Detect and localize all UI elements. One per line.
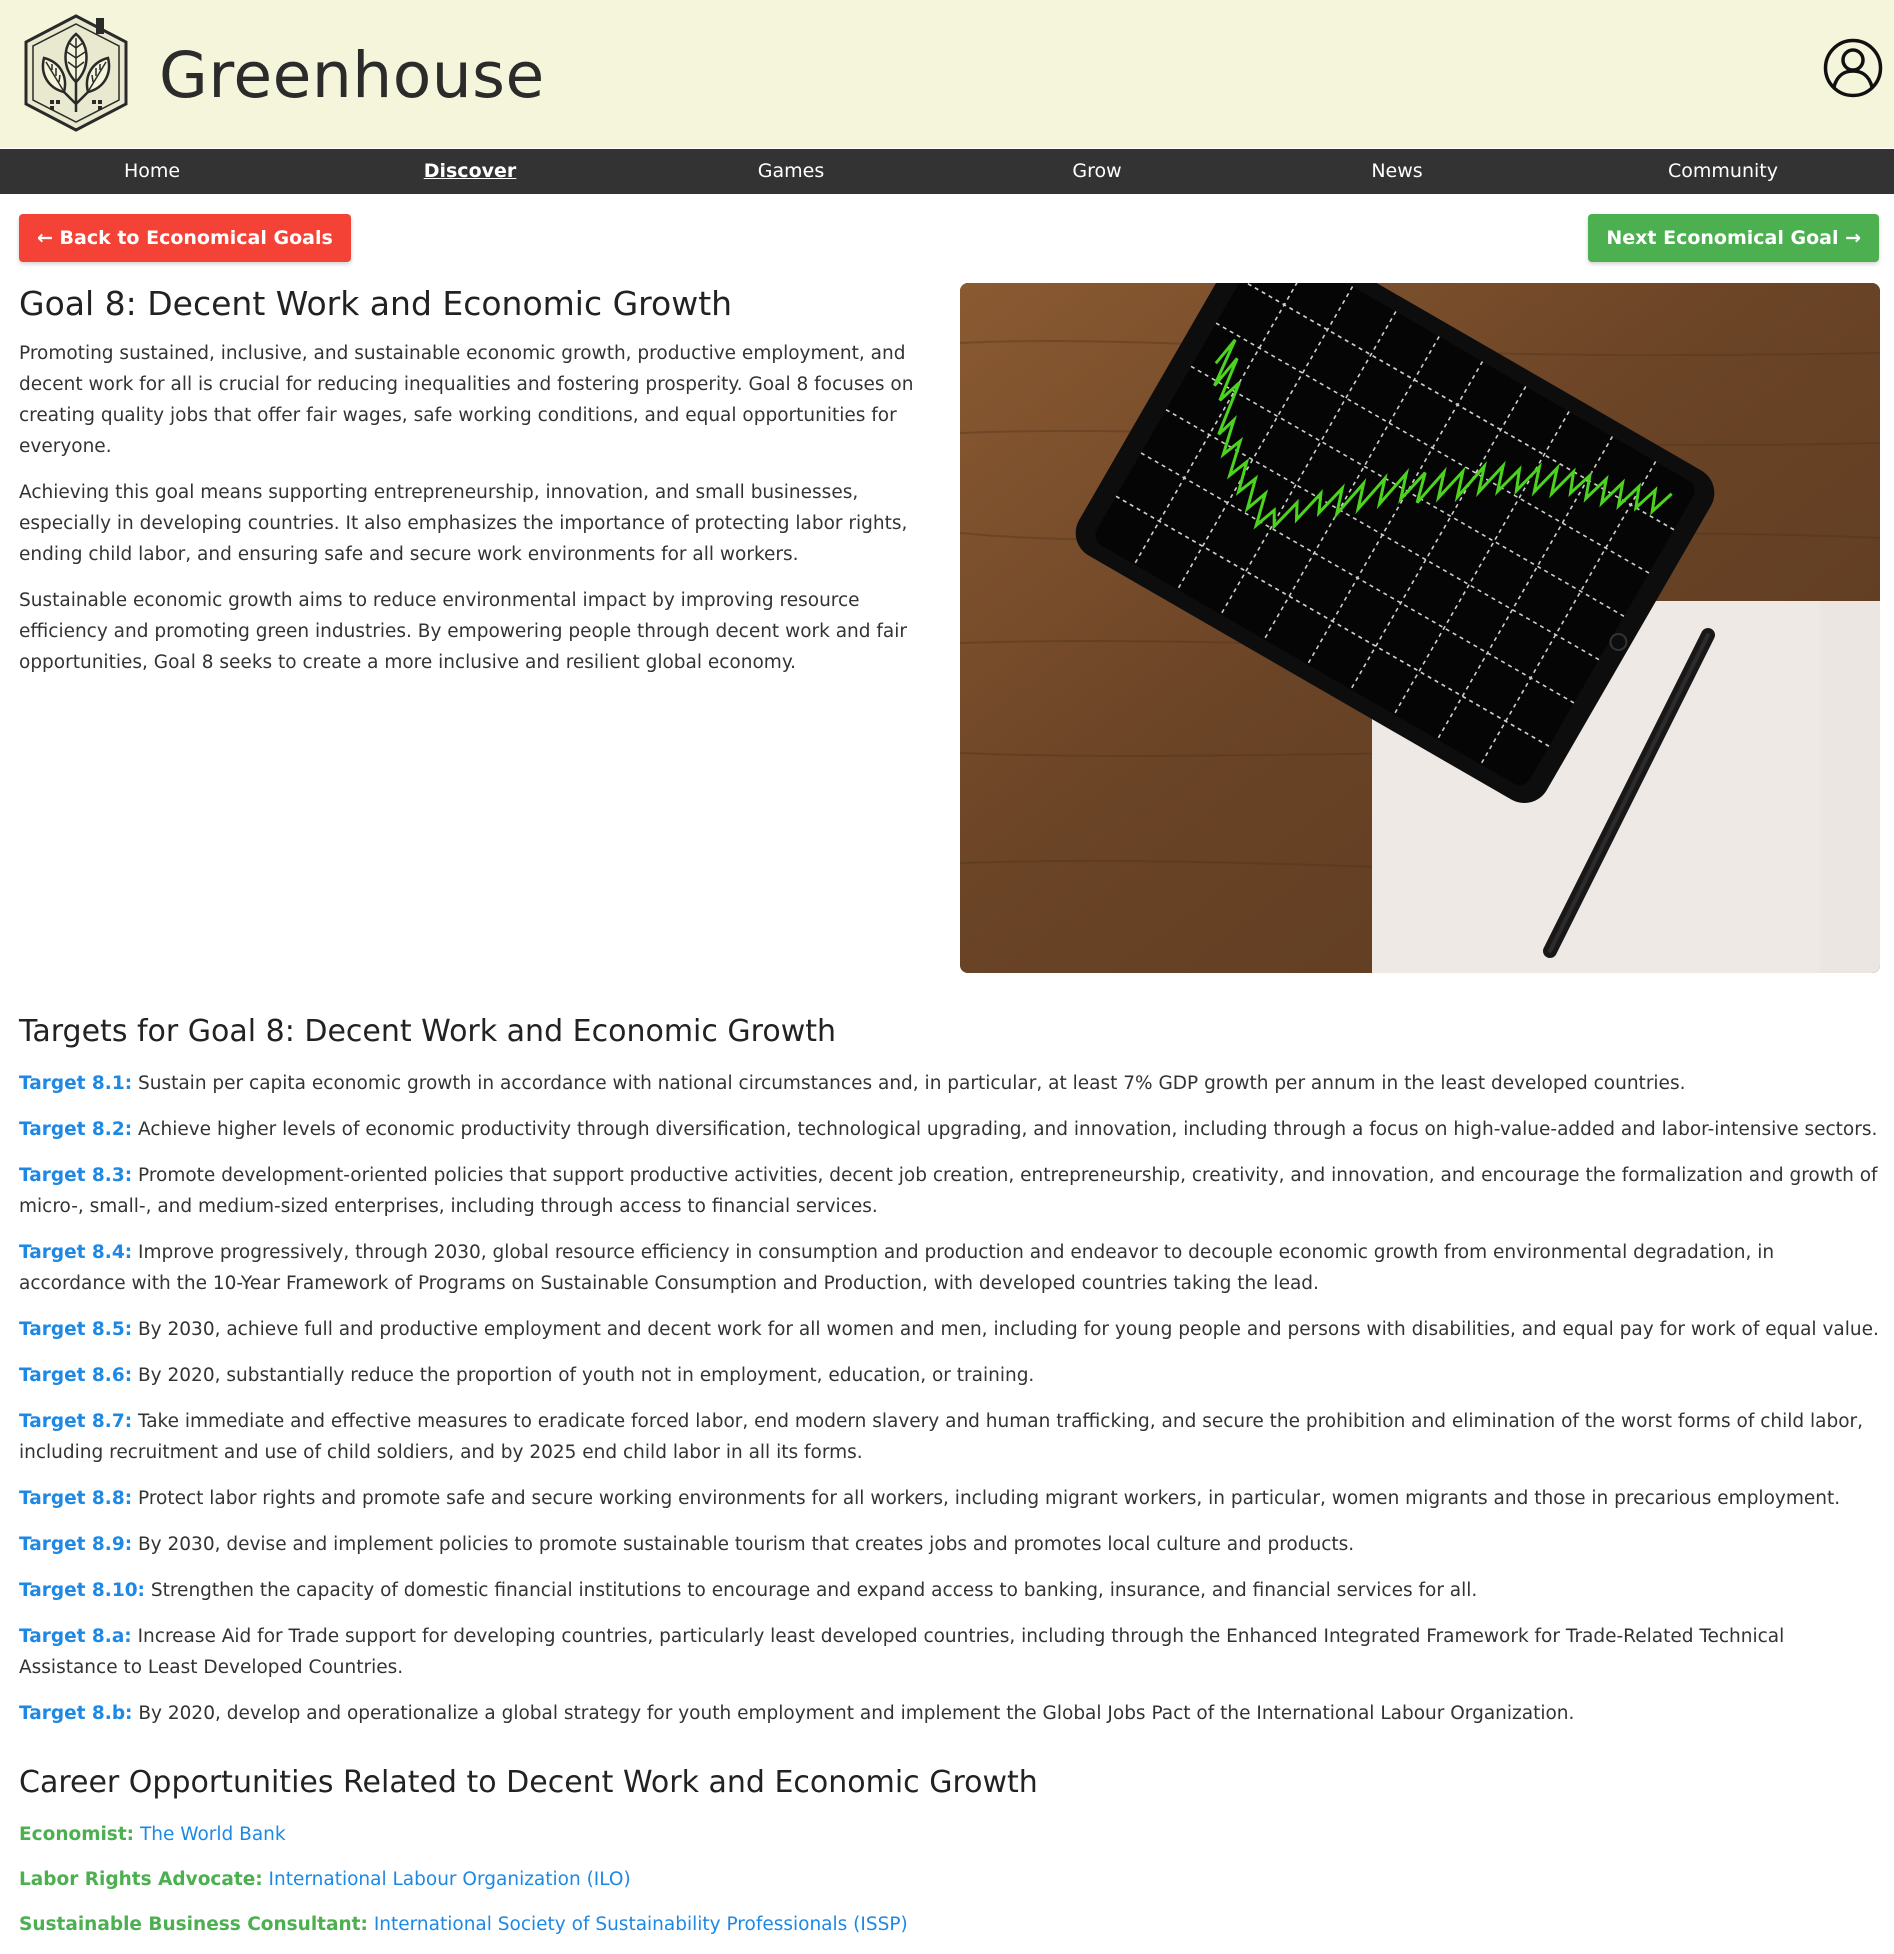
- target-label: Target 8.3:: [19, 1165, 133, 1186]
- target-item: Target 8.2: Achieve higher levels of eco…: [19, 1114, 1883, 1145]
- career-item: Labor Rights Advocate: International Lab…: [19, 1864, 1883, 1895]
- target-label: Target 8.1:: [19, 1073, 133, 1094]
- intro-paragraph: Achieving this goal means supporting ent…: [19, 482, 908, 565]
- target-text: Strengthen the capacity of domestic fina…: [150, 1580, 1478, 1601]
- next-goal-button[interactable]: Next Economical Goal →: [1588, 214, 1879, 262]
- target-text: By 2030, achieve full and productive emp…: [137, 1319, 1879, 1340]
- nav-home[interactable]: Home: [124, 149, 180, 194]
- user-profile-icon[interactable]: [1823, 38, 1883, 98]
- nav-games[interactable]: Games: [758, 149, 824, 194]
- careers-list: Economist: The World Bank Labor Rights A…: [19, 1819, 1883, 1954]
- target-label: Target 8.7:: [19, 1411, 133, 1432]
- target-text: Take immediate and effective measures to…: [19, 1411, 1864, 1463]
- site-title: Greenhouse: [159, 39, 545, 112]
- main-nav: Home Discover Games Grow News Community: [0, 149, 1894, 194]
- career-org-link[interactable]: International Society of Sustainability …: [374, 1914, 908, 1935]
- target-label: Target 8.10:: [19, 1580, 145, 1601]
- nav-community[interactable]: Community: [1668, 149, 1778, 194]
- target-label: Target 8.6:: [19, 1365, 133, 1386]
- career-org-link[interactable]: The World Bank: [140, 1824, 286, 1845]
- target-item: Target 8.8: Protect labor rights and pro…: [19, 1483, 1883, 1514]
- careers-heading: Career Opportunities Related to Decent W…: [19, 1765, 1038, 1800]
- target-item: Target 8.4: Improve progressively, throu…: [19, 1237, 1883, 1299]
- tablet-stock-chart-photo: [960, 283, 1880, 973]
- site-header: Greenhouse: [0, 0, 1894, 148]
- target-text: Achieve higher levels of economic produc…: [137, 1119, 1878, 1140]
- target-item: Target 8.a: Increase Aid for Trade suppo…: [19, 1621, 1883, 1683]
- target-item: Target 8.b: By 2020, develop and operati…: [19, 1698, 1883, 1729]
- target-item: Target 8.5: By 2030, achieve full and pr…: [19, 1314, 1883, 1345]
- hero-image: [960, 283, 1880, 973]
- targets-heading: Targets for Goal 8: Decent Work and Econ…: [19, 1014, 837, 1049]
- career-item: Sustainable Business Consultant: Interna…: [19, 1909, 1883, 1940]
- career-role: Sustainable Business Consultant:: [19, 1914, 368, 1935]
- back-to-goals-button[interactable]: ← Back to Economical Goals: [19, 214, 351, 262]
- target-label: Target 8.8:: [19, 1488, 133, 1509]
- career-org-link[interactable]: International Labour Organization (ILO): [269, 1869, 631, 1890]
- leaf-house-logo-icon[interactable]: [14, 12, 138, 134]
- career-item: Economist: The World Bank: [19, 1819, 1883, 1850]
- target-text: Protect labor rights and promote safe an…: [137, 1488, 1841, 1509]
- target-text: By 2030, devise and implement policies t…: [137, 1534, 1355, 1555]
- goal-description: Promoting sustained, inclusive, and sust…: [19, 338, 949, 693]
- target-label: Target 8.5:: [19, 1319, 133, 1340]
- target-label: Target 8.b:: [19, 1703, 133, 1724]
- target-label: Target 8.9:: [19, 1534, 133, 1555]
- target-item: Target 8.3: Promote development-oriented…: [19, 1160, 1883, 1222]
- target-item: Target 8.1: Sustain per capita economic …: [19, 1068, 1883, 1099]
- intro-paragraph: Promoting sustained, inclusive, and sust…: [19, 343, 914, 457]
- intro-paragraph: Sustainable economic growth aims to redu…: [19, 590, 907, 673]
- target-text: Promote development-oriented policies th…: [19, 1165, 1878, 1217]
- nav-news[interactable]: News: [1371, 149, 1422, 194]
- target-text: By 2020, substantially reduce the propor…: [137, 1365, 1035, 1386]
- target-item: Target 8.7: Take immediate and effective…: [19, 1406, 1883, 1468]
- target-item: Target 8.6: By 2020, substantially reduc…: [19, 1360, 1883, 1391]
- target-label: Target 8.4:: [19, 1242, 133, 1263]
- target-text: By 2020, develop and operationalize a gl…: [138, 1703, 1575, 1724]
- target-label: Target 8.2:: [19, 1119, 133, 1140]
- career-role: Labor Rights Advocate:: [19, 1869, 263, 1890]
- targets-list: Target 8.1: Sustain per capita economic …: [19, 1068, 1883, 1744]
- target-text: Sustain per capita economic growth in ac…: [137, 1073, 1686, 1094]
- career-role: Economist:: [19, 1824, 135, 1845]
- target-item: Target 8.10: Strengthen the capacity of …: [19, 1575, 1883, 1606]
- nav-discover[interactable]: Discover: [424, 149, 517, 194]
- page-title: Goal 8: Decent Work and Economic Growth: [19, 284, 733, 323]
- target-label: Target 8.a:: [19, 1626, 132, 1647]
- target-text: Increase Aid for Trade support for devel…: [19, 1626, 1785, 1678]
- target-text: Improve progressively, through 2030, glo…: [19, 1242, 1775, 1294]
- target-item: Target 8.9: By 2030, devise and implemen…: [19, 1529, 1883, 1560]
- nav-grow[interactable]: Grow: [1072, 149, 1121, 194]
